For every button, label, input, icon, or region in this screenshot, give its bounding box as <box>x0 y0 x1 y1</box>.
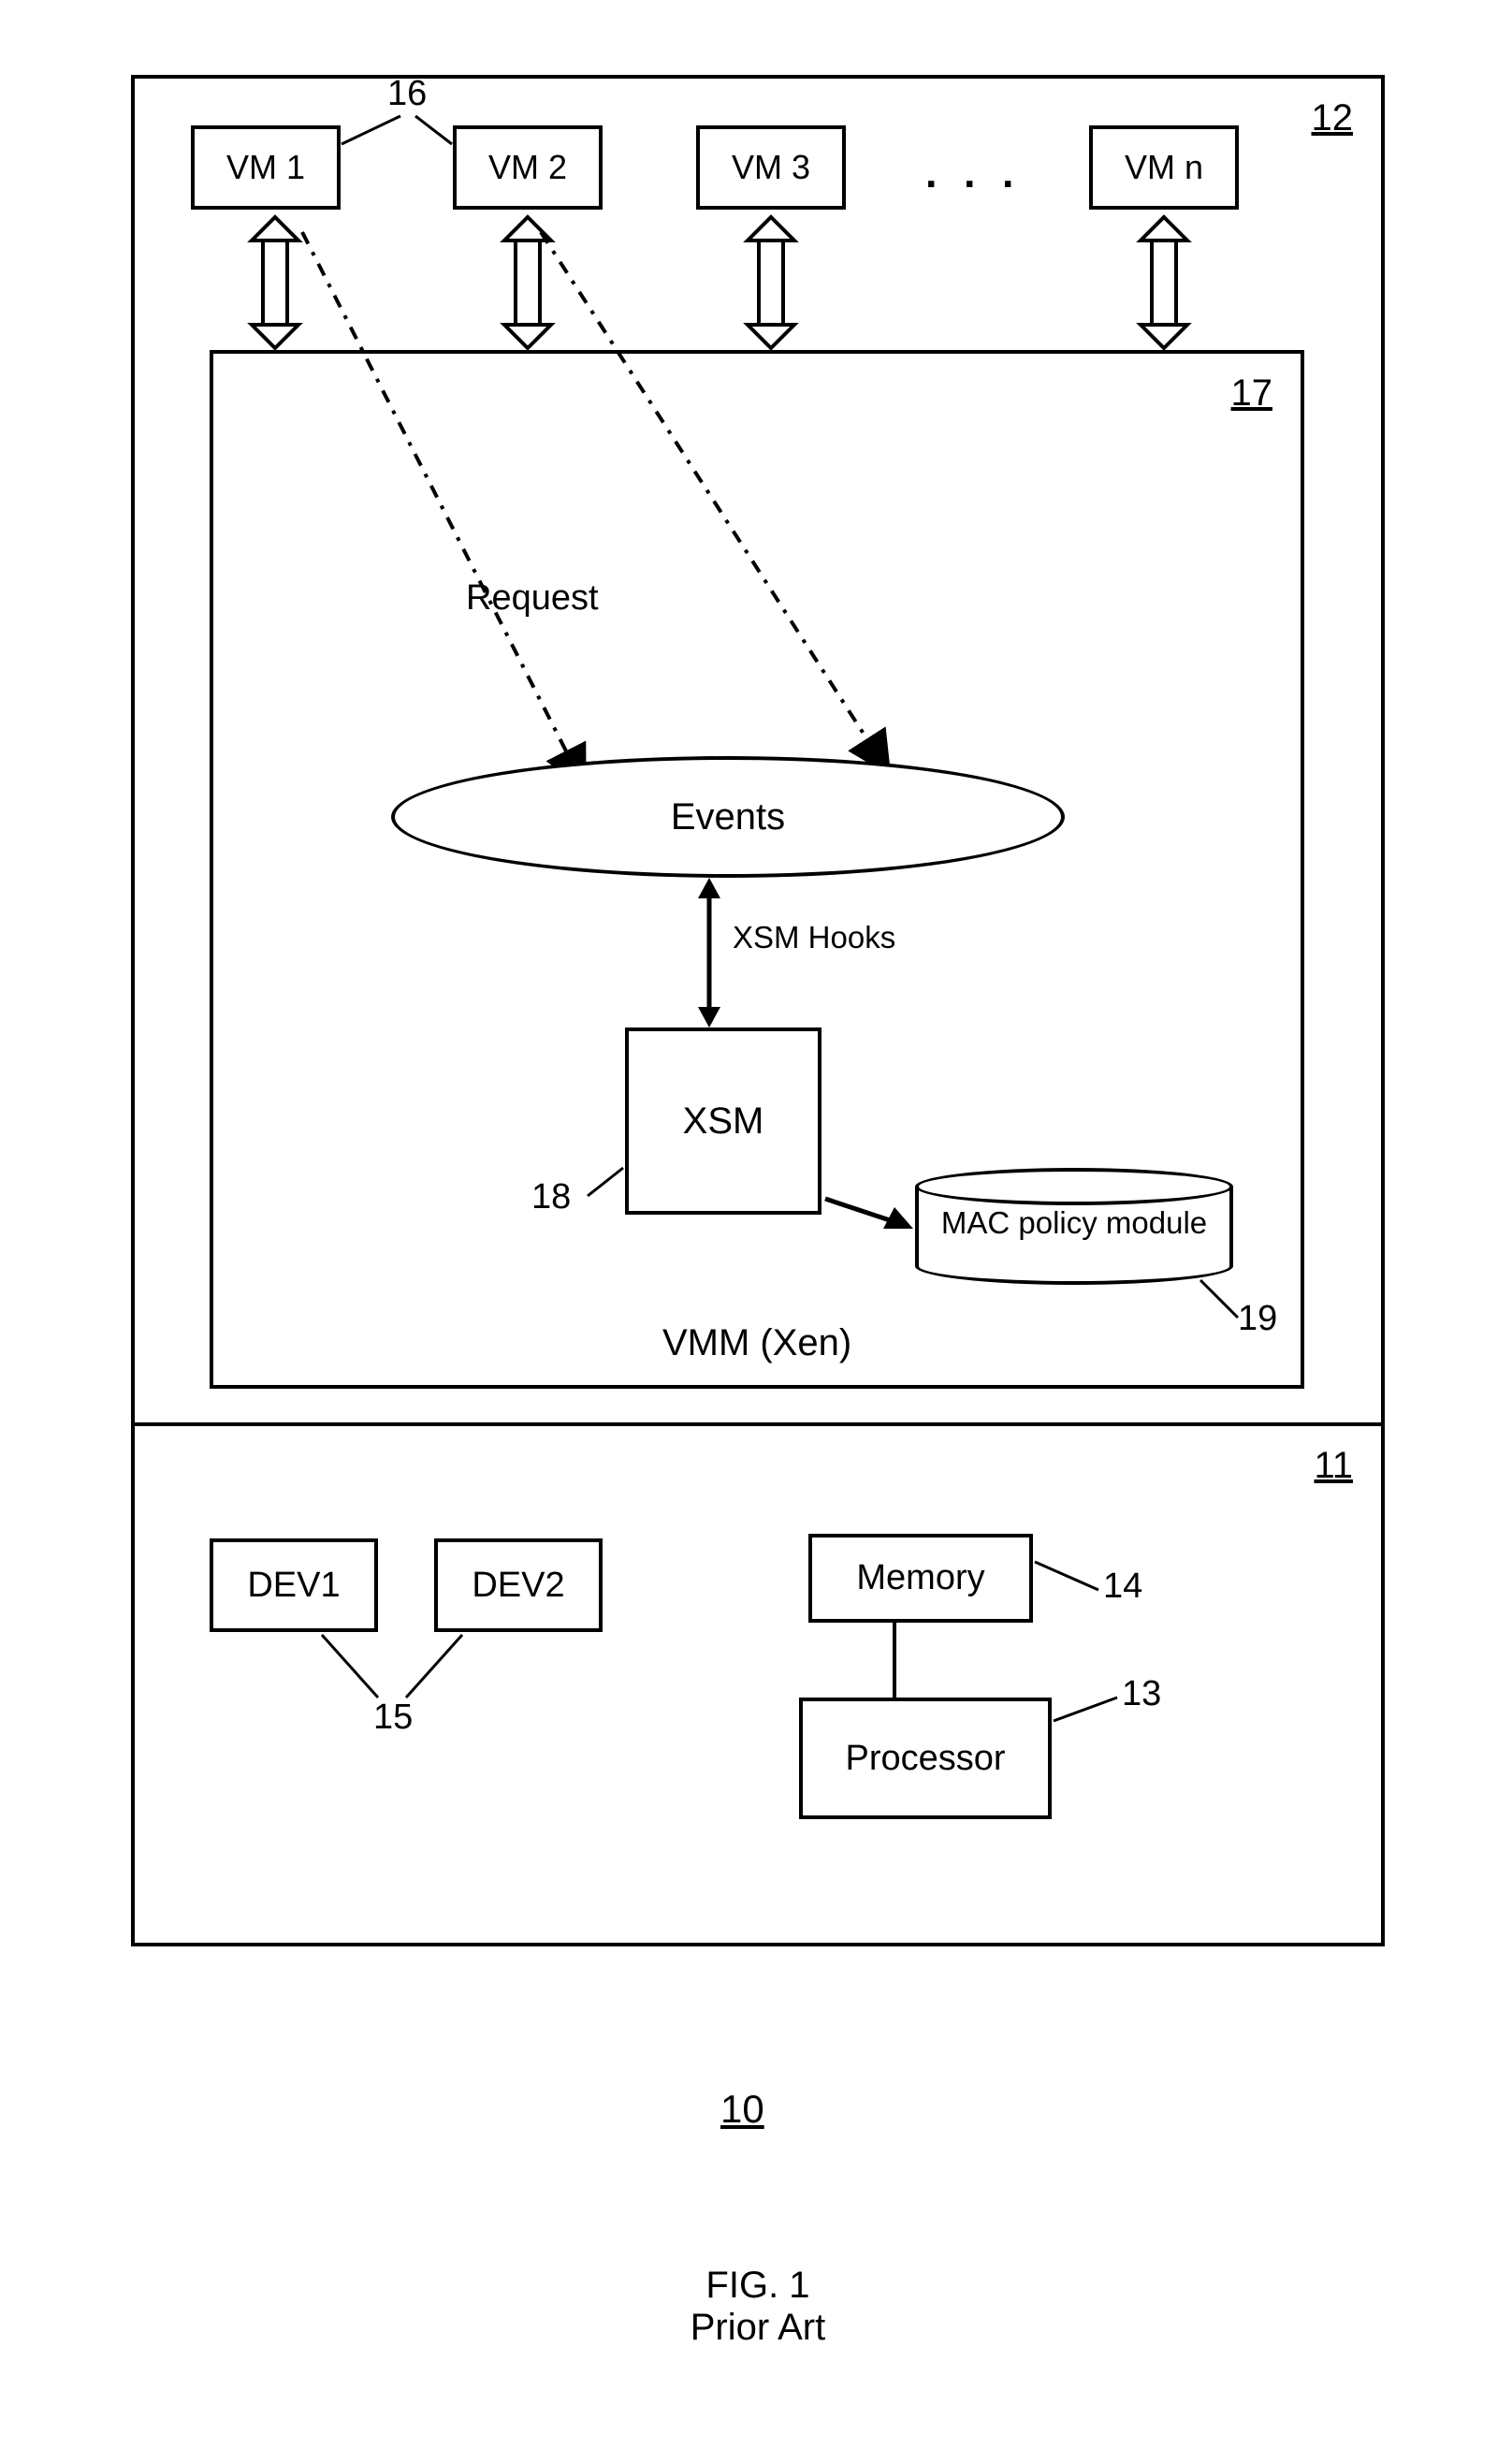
fig-label: FIG. 1 <box>655 2265 861 2307</box>
fig-number: 10 <box>720 2087 764 2132</box>
fig-caption: FIG. 1 Prior Art <box>655 2265 861 2349</box>
ref13-leader <box>135 1426 1351 1894</box>
system-outer-box: 12 VM 1 VM 2 VM 3 VM n . . . 16 <box>131 75 1385 1946</box>
vm-arrows <box>135 79 1388 369</box>
ref-19: 19 <box>1238 1299 1277 1339</box>
lower-section: 11 DEV1 DEV2 15 Memory Processor 14 13 <box>135 1426 1381 1946</box>
vmm-caption: VMM (Xen) <box>662 1322 851 1364</box>
page: 12 VM 1 VM 2 VM 3 VM n . . . 16 <box>0 0 1512 2463</box>
ref-13: 13 <box>1122 1674 1161 1714</box>
fig-subtitle: Prior Art <box>655 2307 861 2349</box>
upper-section: 12 VM 1 VM 2 VM 3 VM n . . . 16 <box>135 79 1381 1426</box>
vmm-box: 17 Request Events <box>210 350 1304 1389</box>
ref19-leader <box>213 354 1308 1392</box>
